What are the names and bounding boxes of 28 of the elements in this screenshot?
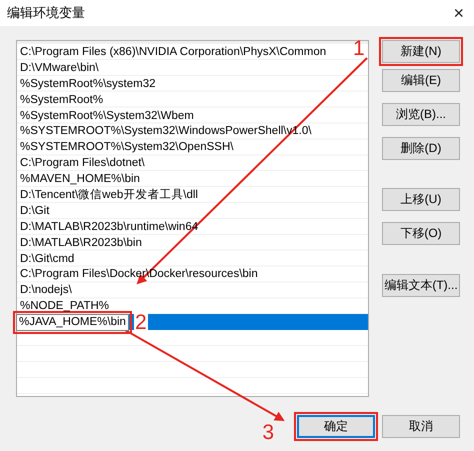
- path-item[interactable]: D:\Git: [20, 204, 50, 217]
- side-button[interactable]: 删除(D): [382, 137, 460, 160]
- side-button[interactable]: 上移(U): [382, 188, 460, 211]
- path-item[interactable]: C:\Program Files (x86)\NVIDIA Corporation\PhysX\Common: [20, 46, 326, 58]
- path-item[interactable]: D:\MATLAB\R2023b\bin: [20, 236, 142, 249]
- cancel-button[interactable]: 取消: [382, 415, 460, 438]
- side-button[interactable]: 编辑文本(T)...: [382, 274, 460, 297]
- side-button[interactable]: 下移(O): [382, 222, 460, 245]
- annotation-number: 1: [353, 37, 365, 60]
- path-item[interactable]: D:\Git\cmd: [20, 252, 74, 265]
- path-item[interactable]: %SystemRoot%: [20, 94, 104, 106]
- path-item[interactable]: %MAVEN_HOME%\bin: [20, 173, 140, 186]
- side-button[interactable]: 浏览(B)...: [382, 103, 460, 126]
- annotation-number: 3: [262, 422, 274, 443]
- side-button[interactable]: 新建(N): [382, 40, 460, 63]
- side-button[interactable]: 编辑(E): [382, 69, 460, 92]
- path-item[interactable]: %SystemRoot%\System32\Wbem: [20, 110, 194, 122]
- path-item[interactable]: %NODE_PATH%: [20, 300, 110, 312]
- edit-field[interactable]: %JAVA_HOME%\bin: [16, 314, 129, 331]
- path-item[interactable]: C:\Program Files\dotnet\: [20, 157, 145, 170]
- window-title: 编辑环境变量: [7, 4, 85, 22]
- path-item[interactable]: %SystemRoot%\system32: [20, 78, 156, 90]
- annotation-number: 2: [134, 312, 148, 333]
- path-item[interactable]: %SYSTEMROOT%\System32\OpenSSH\: [20, 141, 234, 154]
- path-item[interactable]: D:\VMware\bin\: [20, 62, 99, 74]
- path-item[interactable]: D:\Tencent\微信web开发者工具\dll: [20, 187, 198, 202]
- path-item[interactable]: D:\nodejs\: [20, 284, 72, 296]
- ok-button[interactable]: 确定: [297, 415, 375, 438]
